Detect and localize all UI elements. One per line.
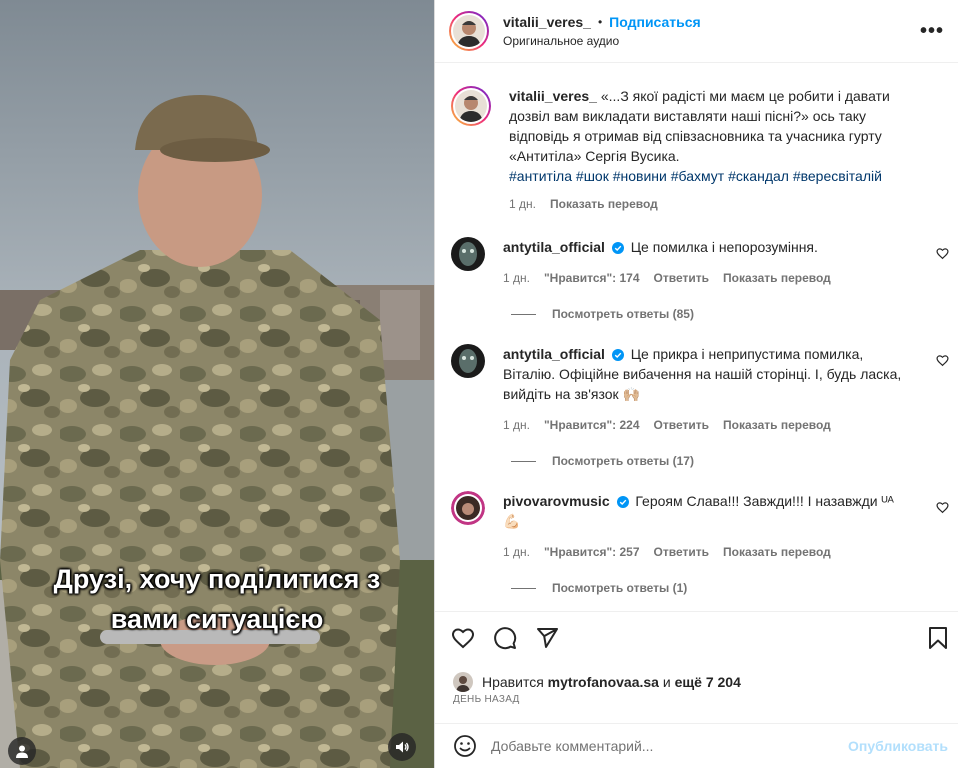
comment-reply-button[interactable]: Ответить — [654, 542, 709, 562]
comment-reply-button[interactable]: Ответить — [654, 415, 709, 435]
commenter-avatar[interactable] — [451, 237, 485, 271]
commenter-username[interactable]: antytila_official — [503, 239, 605, 255]
post-side-panel: vitalii_veres_ • Подписаться Оригинально… — [434, 0, 958, 768]
tagged-users-button[interactable] — [8, 737, 36, 765]
comment-likes-count[interactable]: "Нравится": 174 — [544, 268, 640, 288]
replies-divider — [511, 313, 536, 315]
comment-like-heart-icon[interactable] — [936, 354, 949, 367]
view-replies-button[interactable]: Посмотреть ответы (17) — [435, 454, 958, 468]
video-caption-line2: вами ситуацією — [110, 604, 324, 634]
liker-avatar[interactable] — [453, 672, 473, 692]
verified-badge-icon — [611, 349, 624, 361]
more-options-icon[interactable]: ••• — [920, 20, 944, 43]
comment-reply-button[interactable]: Ответить — [654, 268, 709, 288]
comment-age: 1 дн. — [503, 545, 530, 559]
commenter-avatar[interactable] — [451, 344, 485, 378]
comment-icon[interactable] — [493, 626, 517, 650]
comment-item: antytila_official Це прикра і неприпусти… — [435, 344, 958, 435]
commenter-username[interactable]: pivovarovmusic — [503, 493, 610, 509]
post-actions: Нравится mytrofanovaa.sa и ещё 7 204 ДЕН… — [435, 611, 958, 705]
separator-dot: • — [597, 15, 603, 29]
replies-divider — [511, 460, 536, 462]
likes-conjunction: и — [662, 674, 671, 690]
comment-age: 1 дн. — [503, 418, 530, 432]
comment-translate-button[interactable]: Показать перевод — [723, 542, 831, 562]
original-audio-link[interactable]: Оригинальное аудио — [503, 34, 701, 48]
send-icon[interactable] — [535, 626, 559, 650]
publish-button[interactable]: Опубликовать — [848, 738, 948, 754]
caption-hashtags[interactable]: #антитіла #шок #новини #бахмут #скандал … — [509, 168, 882, 184]
speaker-icon — [396, 741, 409, 753]
view-replies-label[interactable]: Посмотреть ответы (1) — [552, 581, 687, 595]
antytila-avatar-image — [451, 237, 485, 271]
emoji-icon[interactable] — [453, 734, 477, 758]
view-replies-label[interactable]: Посмотреть ответы (85) — [552, 307, 694, 321]
post-caption: vitalii_veres_ «...З якої радісті ми має… — [435, 64, 958, 214]
post-viewer: Друзі, хочу поділитися з вами ситуацією — [0, 0, 958, 768]
comments-list[interactable]: vitalii_veres_ «...З якої радісті ми має… — [435, 64, 958, 610]
mute-toggle-button[interactable] — [388, 733, 416, 761]
video-caption-line1: Друзі, хочу поділитися з — [53, 564, 381, 594]
commenter-username[interactable]: antytila_official — [503, 346, 605, 362]
likes-count-button[interactable]: ещё 7 204 — [675, 674, 741, 690]
replies-divider — [511, 587, 536, 589]
pivovarov-avatar-image — [451, 491, 485, 525]
caption-avatar-image — [455, 90, 487, 122]
comment-like-heart-icon[interactable] — [936, 247, 949, 260]
reel-video[interactable]: Друзі, хочу поділитися з вами ситуацією — [0, 0, 434, 768]
comment-likes-count[interactable]: "Нравится": 224 — [544, 415, 640, 435]
comment-item: antytila_official Це помилка і непорозум… — [435, 237, 958, 288]
antytila-avatar-image — [451, 344, 485, 378]
comment-input[interactable]: Добавьте комментарий... — [491, 738, 653, 754]
add-comment-bar: Добавьте комментарий... Опубликовать — [435, 723, 958, 768]
liker-username[interactable]: mytrofanovaa.sa — [548, 674, 659, 690]
post-header: vitalii_veres_ • Подписаться Оригинально… — [435, 0, 958, 63]
caption-age: 1 дн. — [509, 197, 536, 211]
view-replies-button[interactable]: Посмотреть ответы (85) — [435, 307, 958, 321]
post-date: ДЕНЬ НАЗАД — [453, 694, 520, 705]
view-replies-label[interactable]: Посмотреть ответы (17) — [552, 454, 694, 468]
video-frame — [0, 0, 434, 768]
commenter-avatar[interactable] — [451, 491, 485, 525]
comment-translate-button[interactable]: Показать перевод — [723, 268, 831, 288]
comment-likes-count[interactable]: "Нравится": 257 — [544, 542, 640, 562]
follow-button[interactable]: Подписаться — [609, 14, 701, 30]
likes-prefix: Нравится — [482, 674, 544, 690]
bookmark-icon[interactable] — [927, 626, 949, 650]
user-icon — [16, 745, 28, 758]
author-avatar[interactable] — [449, 11, 489, 51]
author-avatar-image — [453, 15, 485, 47]
comment-like-heart-icon[interactable] — [936, 501, 949, 514]
caption-username[interactable]: vitalii_veres_ — [509, 88, 597, 104]
comment-text: Це помилка і непорозуміння. — [630, 239, 818, 255]
caption-translate-button[interactable]: Показать перевод — [550, 194, 658, 214]
author-username[interactable]: vitalii_veres_ — [503, 14, 591, 30]
heart-icon[interactable] — [451, 626, 475, 650]
liker-avatar-image — [453, 672, 473, 692]
view-replies-button[interactable]: Посмотреть ответы (1) — [435, 581, 958, 595]
verified-badge-icon — [616, 496, 629, 508]
verified-badge-icon — [611, 242, 624, 254]
comment-translate-button[interactable]: Показать перевод — [723, 415, 831, 435]
comment-item: pivovarovmusic Героям Слава!!! Завжди!!!… — [435, 491, 958, 562]
caption-author-avatar[interactable] — [451, 86, 491, 126]
comment-age: 1 дн. — [503, 271, 530, 285]
